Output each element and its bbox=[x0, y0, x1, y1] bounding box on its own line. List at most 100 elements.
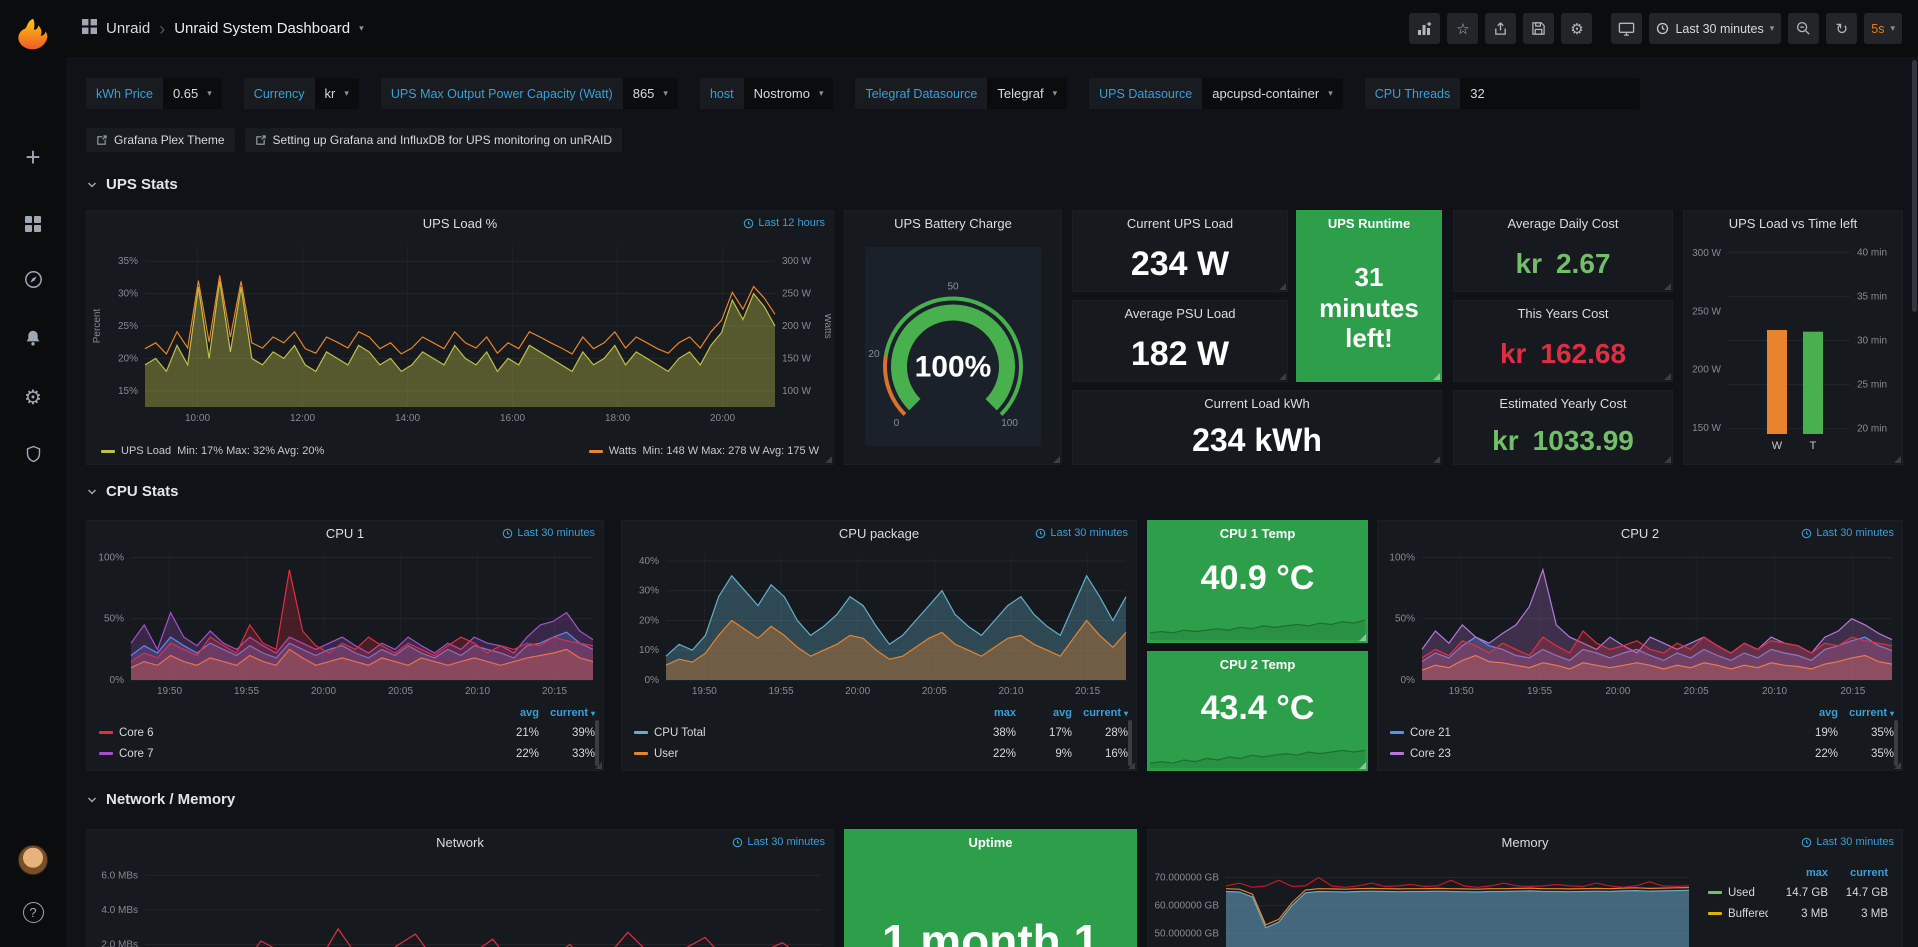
breadcrumb-dashboard-title[interactable]: Unraid System Dashboard bbox=[174, 20, 350, 37]
variable-dropdown[interactable]: 865▾ bbox=[623, 78, 678, 109]
dashboard-grid-icon[interactable] bbox=[82, 19, 97, 38]
cpu2-chart[interactable]: 0%50%100%19:5019:5520:0020:0520:1020:15 bbox=[1380, 547, 1900, 700]
ups-load-chart[interactable]: 15%20%25%30%35%100 W150 W200 W250 W300 W… bbox=[89, 237, 831, 427]
series-name[interactable]: Core 23 bbox=[1410, 748, 1782, 760]
series-name[interactable]: Core 6 bbox=[119, 727, 483, 739]
panel-time-range[interactable]: Last 12 hours bbox=[743, 217, 825, 229]
legend-sort-column[interactable]: avg bbox=[483, 707, 539, 719]
variable-dropdown[interactable]: Telegraf▾ bbox=[987, 78, 1067, 109]
panel-title[interactable]: UPS Battery Charge bbox=[845, 211, 1061, 237]
dashboards-icon[interactable] bbox=[0, 204, 66, 244]
dashboard-link[interactable]: Setting up Grafana and InfluxDB for UPS … bbox=[245, 128, 623, 152]
series-name[interactable]: Core 21 bbox=[1410, 727, 1782, 739]
panel-time-range[interactable]: Last 30 minutes bbox=[1035, 527, 1128, 539]
legend-sort-column[interactable]: max bbox=[960, 707, 1016, 719]
panel-title[interactable]: Average Daily Cost bbox=[1454, 211, 1672, 237]
panel-title[interactable]: UPS Runtime bbox=[1297, 211, 1441, 237]
cpu-threads-input[interactable]: 32 bbox=[1460, 78, 1640, 109]
variable-dropdown[interactable]: Nostromo▾ bbox=[744, 78, 834, 109]
series-color-dash bbox=[634, 731, 648, 734]
panel-time-range[interactable]: Last 30 minutes bbox=[502, 527, 595, 539]
legend-sort-column[interactable]: current▾ bbox=[539, 707, 595, 719]
panel-title[interactable]: This Years Cost bbox=[1454, 301, 1672, 327]
section-network-memory[interactable]: Network / Memory bbox=[86, 791, 235, 808]
panel-estimated-yearly-cost: Estimated Yearly Cost kr1033.99 bbox=[1453, 390, 1673, 465]
configuration-gear-icon[interactable]: ⚙ bbox=[0, 377, 66, 417]
legend-row: CPU Total 38% 17% 28% bbox=[634, 722, 1128, 743]
series-name[interactable]: UPS Load bbox=[121, 445, 171, 457]
section-cpu-stats[interactable]: CPU Stats bbox=[86, 483, 179, 500]
add-panel-button[interactable] bbox=[1409, 13, 1440, 44]
series-name[interactable]: Used bbox=[1728, 887, 1768, 899]
time-range-picker[interactable]: Last 30 minutes ▾ bbox=[1649, 13, 1781, 44]
section-ups-stats[interactable]: UPS Stats bbox=[86, 176, 178, 193]
zoom-out-button[interactable] bbox=[1788, 13, 1819, 44]
panel-title[interactable]: Current Load kWh bbox=[1073, 391, 1441, 417]
legend-scrollbar[interactable] bbox=[595, 720, 599, 766]
cpu1-chart[interactable]: 0%50%100%19:5019:5520:0020:0520:1020:15 bbox=[89, 547, 601, 700]
refresh-button[interactable]: ↻ bbox=[1826, 13, 1857, 44]
panel-title[interactable]: CPU 1 Temp bbox=[1148, 521, 1367, 547]
panel-title[interactable]: Network bbox=[87, 830, 833, 856]
breadcrumb-app[interactable]: Unraid bbox=[106, 20, 150, 37]
svg-text:20:10: 20:10 bbox=[465, 686, 490, 697]
panel-ups-load-percent: UPS Load % Last 12 hours 15%20%25%30%35%… bbox=[86, 210, 834, 465]
legend-sort-column[interactable]: current bbox=[1828, 867, 1888, 879]
panel-title[interactable]: UPS Load % bbox=[87, 211, 833, 237]
variable-label: host bbox=[700, 78, 744, 109]
panel-title[interactable]: CPU 2 Temp bbox=[1148, 652, 1367, 678]
dashboard-link[interactable]: Grafana Plex Theme bbox=[86, 128, 235, 152]
battery-gauge[interactable]: 02050100100% bbox=[845, 237, 1061, 464]
grafana-logo[interactable] bbox=[0, 12, 66, 56]
series-name[interactable]: User bbox=[654, 748, 960, 760]
legend-scrollbar[interactable] bbox=[1128, 720, 1132, 766]
clock-icon bbox=[732, 837, 743, 848]
panel-title[interactable]: Current UPS Load bbox=[1073, 211, 1287, 237]
series-name[interactable]: Core 7 bbox=[119, 748, 483, 760]
network-chart[interactable]: 2.0 MBs4.0 MBs6.0 MBs bbox=[89, 856, 831, 947]
refresh-interval-picker[interactable]: 5s▾ bbox=[1864, 13, 1902, 44]
user-avatar[interactable] bbox=[0, 840, 66, 880]
variable-dropdown[interactable]: kr▾ bbox=[315, 78, 359, 109]
panel-title[interactable]: UPS Load vs Time left bbox=[1684, 211, 1902, 237]
help-icon[interactable]: ? bbox=[0, 892, 66, 932]
legend-sort-column[interactable]: avg bbox=[1782, 707, 1838, 719]
panel-title[interactable]: Average PSU Load bbox=[1073, 301, 1287, 327]
dashboard-settings-button[interactable]: ⚙ bbox=[1561, 13, 1592, 44]
variable-dropdown[interactable]: 0.65▾ bbox=[163, 78, 222, 109]
variable-dropdown[interactable]: apcupsd-container▾ bbox=[1202, 78, 1343, 109]
chevron-down-icon bbox=[86, 486, 98, 498]
save-button[interactable] bbox=[1523, 13, 1554, 44]
panel-title[interactable]: Uptime bbox=[845, 830, 1136, 856]
panel-title[interactable]: Memory bbox=[1148, 830, 1902, 856]
panel-time-range[interactable]: Last 30 minutes bbox=[732, 836, 825, 848]
legend-row: Core 23 22% 35% bbox=[1390, 743, 1894, 764]
panel-time-range[interactable]: Last 30 minutes bbox=[1801, 527, 1894, 539]
series-name[interactable]: Buffered bbox=[1728, 908, 1768, 920]
svg-text:100%: 100% bbox=[1389, 552, 1415, 563]
legend-sort-column[interactable]: max bbox=[1768, 867, 1828, 879]
alerting-bell-icon[interactable] bbox=[0, 318, 66, 358]
clock-icon bbox=[1801, 837, 1812, 848]
create-icon[interactable]: + bbox=[0, 137, 66, 177]
panel-title[interactable]: Estimated Yearly Cost bbox=[1454, 391, 1672, 417]
legend-sort-column[interactable]: current▾ bbox=[1838, 707, 1894, 719]
explore-compass-icon[interactable] bbox=[0, 259, 66, 299]
cpu-package-chart[interactable]: 0%10%20%30%40%19:5019:5520:0020:0520:102… bbox=[624, 547, 1134, 700]
memory-chart[interactable]: 50.000000 GB60.000000 GB70.000000 GB bbox=[1150, 856, 1695, 947]
legend-sort-column[interactable]: avg bbox=[1016, 707, 1072, 719]
variable-host: host Nostromo▾ bbox=[700, 78, 834, 109]
series-name[interactable]: CPU Total bbox=[654, 727, 960, 739]
server-admin-shield-icon[interactable] bbox=[0, 434, 66, 474]
clock-icon bbox=[502, 528, 513, 539]
star-button[interactable]: ☆ bbox=[1447, 13, 1478, 44]
legend-sort-column[interactable]: current▾ bbox=[1072, 707, 1128, 719]
cycle-view-button[interactable] bbox=[1611, 13, 1642, 44]
page-scrollbar[interactable] bbox=[1912, 60, 1917, 312]
series-name[interactable]: Watts bbox=[609, 445, 637, 457]
legend-scrollbar[interactable] bbox=[1894, 720, 1898, 766]
load-vs-time-bar-chart[interactable]: 20 min25 min30 min35 min40 min150 W200 W… bbox=[1684, 237, 1902, 458]
panel-time-range[interactable]: Last 30 minutes bbox=[1801, 836, 1894, 848]
chevron-down-icon[interactable]: ▾ bbox=[359, 23, 364, 34]
share-button[interactable] bbox=[1485, 13, 1516, 44]
